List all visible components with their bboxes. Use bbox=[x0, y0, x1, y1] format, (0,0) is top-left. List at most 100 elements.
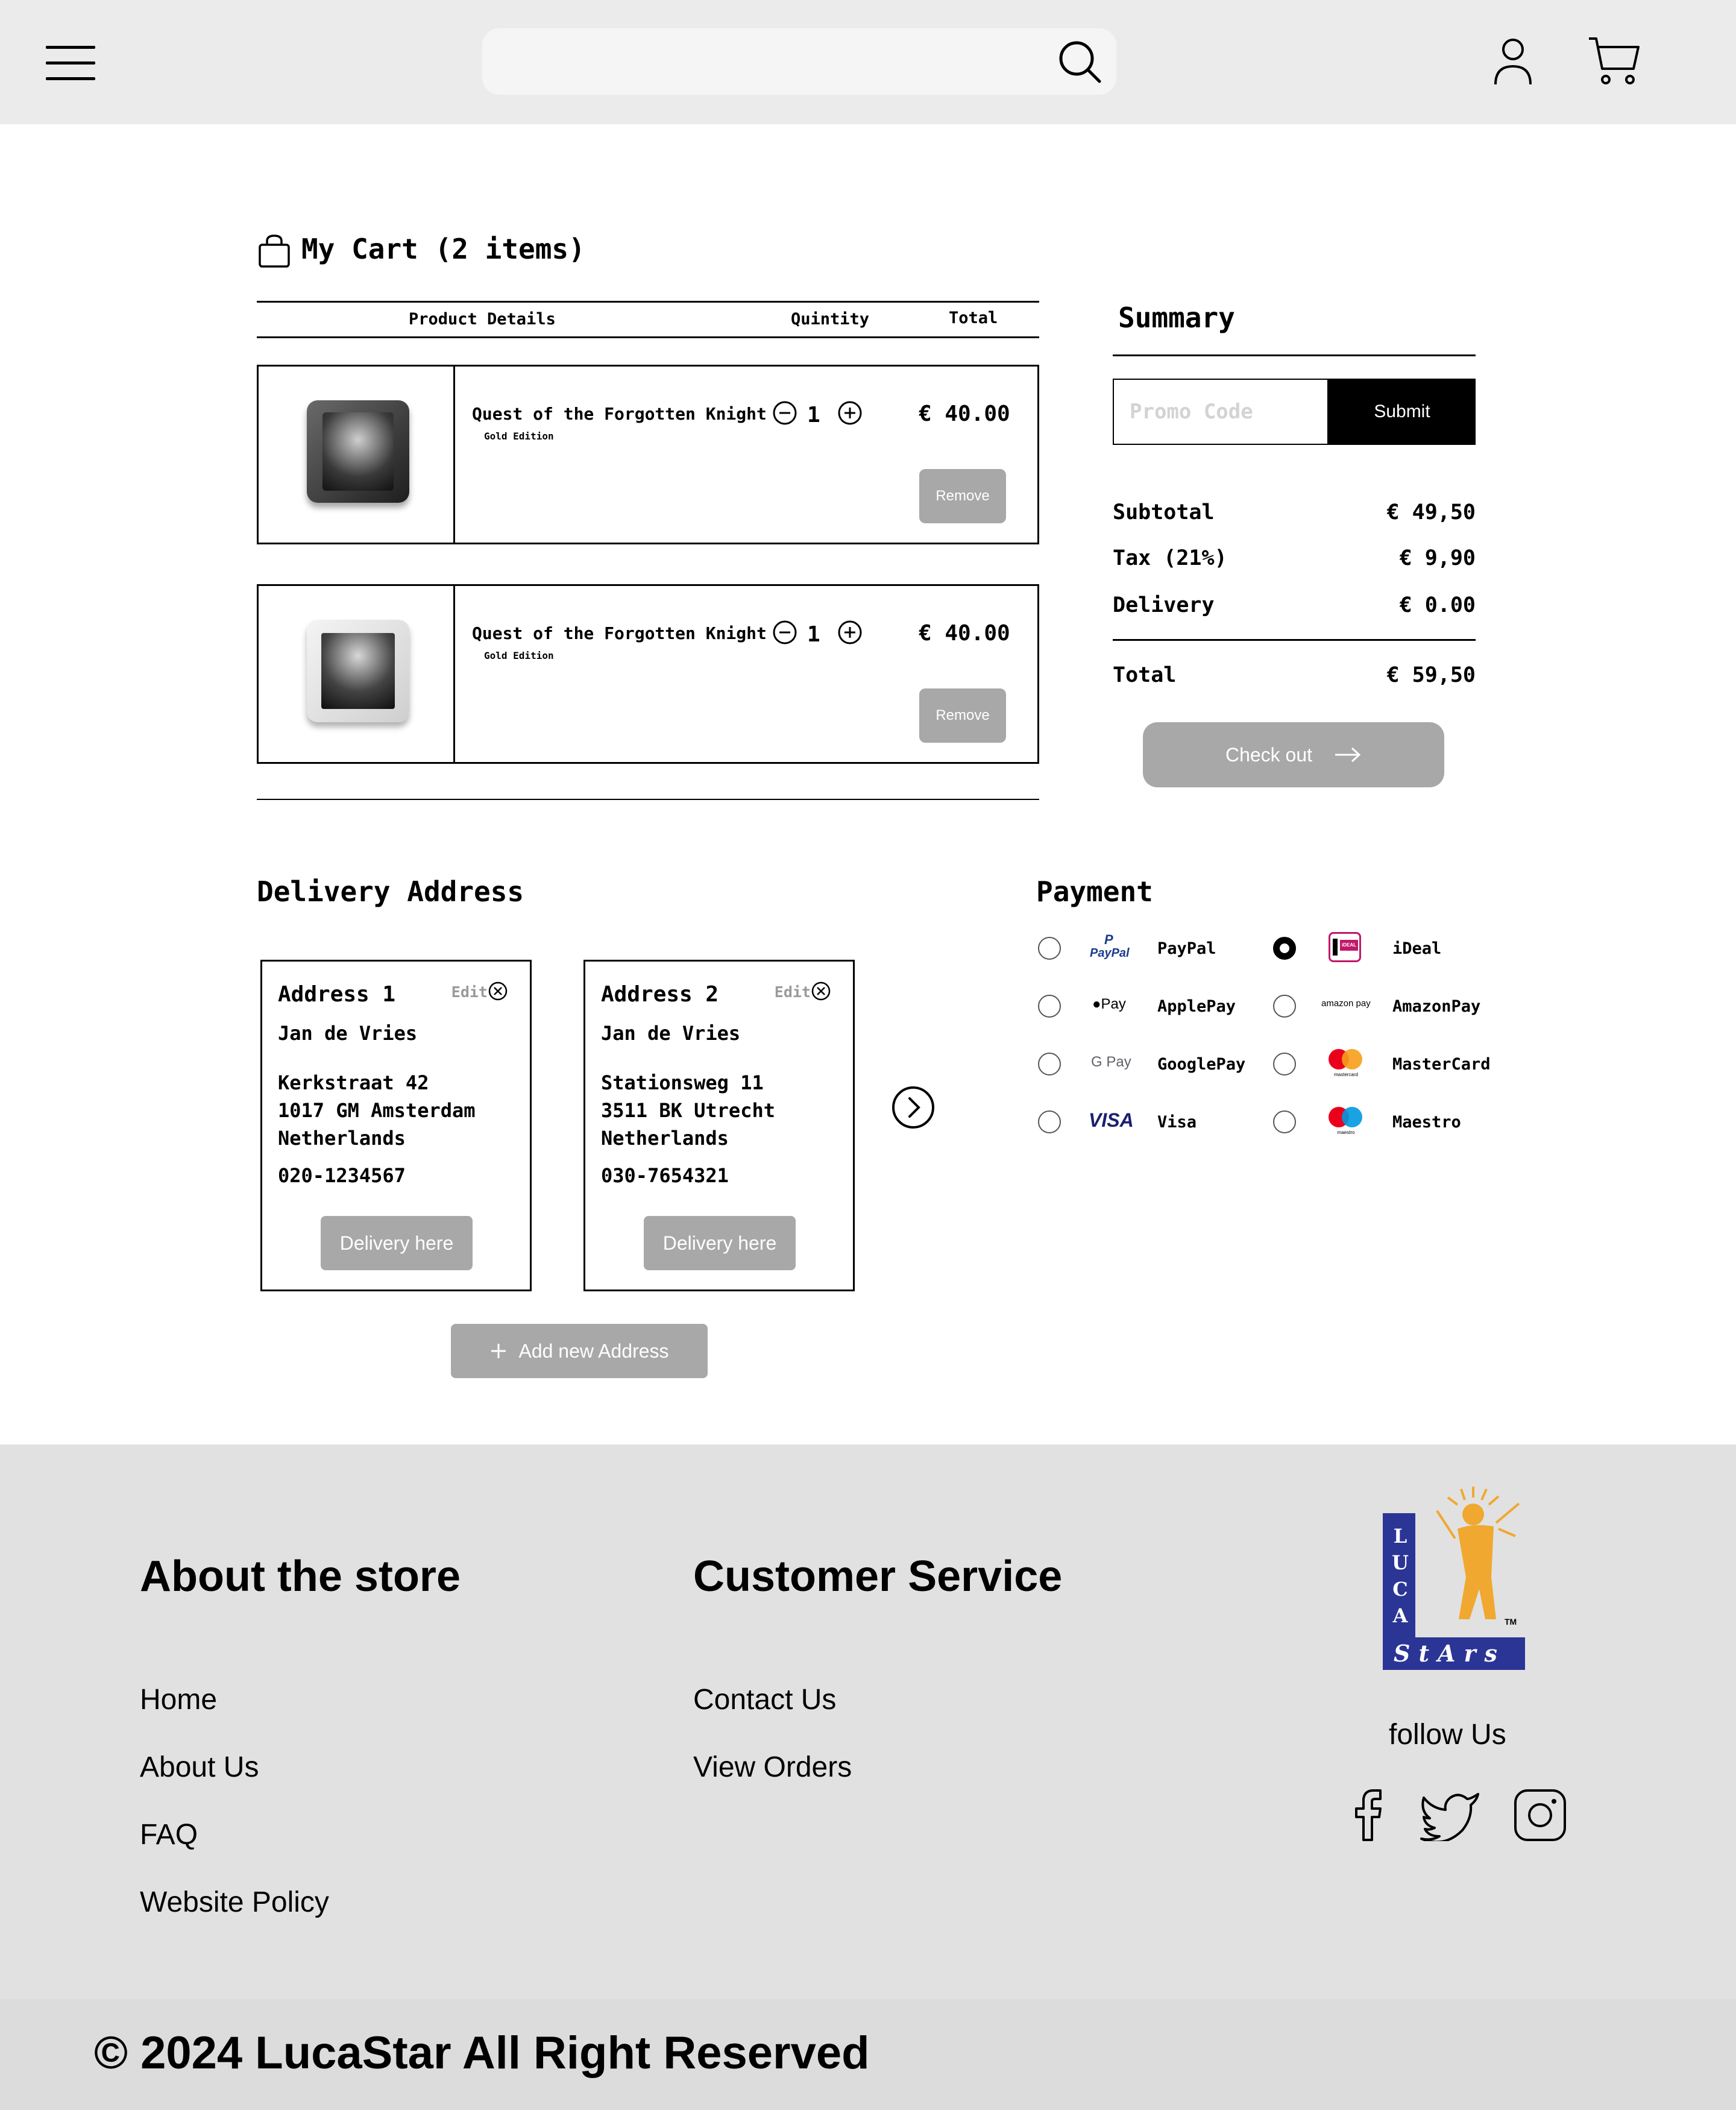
instagram-icon[interactable] bbox=[1513, 1788, 1567, 1842]
mastercard-logo-text: mastercard bbox=[1333, 1072, 1358, 1077]
search-icon[interactable] bbox=[1055, 37, 1105, 87]
plus-circle-icon[interactable] bbox=[837, 620, 863, 645]
visa-logo-icon: VISA bbox=[1089, 1109, 1134, 1131]
radio-paypal[interactable] bbox=[1038, 937, 1061, 960]
radio-amazonpay[interactable] bbox=[1273, 995, 1296, 1018]
logo-vertical-text: LUCA bbox=[1392, 1525, 1409, 1627]
applepay-logo-text: Pay bbox=[1101, 996, 1126, 1012]
product-image[interactable] bbox=[307, 620, 409, 722]
user-icon[interactable] bbox=[1492, 36, 1534, 87]
search-bar[interactable] bbox=[482, 28, 1116, 95]
payment-label: ApplePay bbox=[1157, 997, 1236, 1016]
divider bbox=[257, 799, 1039, 800]
street: Stationsweg 11 bbox=[601, 1071, 764, 1094]
divider bbox=[1113, 639, 1476, 641]
delivery-value: € 0.00 bbox=[1399, 593, 1476, 617]
footer-link-faq[interactable]: FAQ bbox=[140, 1818, 198, 1851]
paypal-logo-icon: P PayPal bbox=[1090, 932, 1130, 960]
footer-link-home[interactable]: Home bbox=[140, 1683, 217, 1716]
cart-icon[interactable] bbox=[1587, 34, 1641, 88]
radio-applepay[interactable] bbox=[1038, 995, 1061, 1018]
follow-us-label: follow Us bbox=[1389, 1719, 1506, 1751]
product-edition: Gold Edition bbox=[484, 430, 554, 442]
divider bbox=[257, 336, 1039, 338]
amazonpay-logo-icon: amazon pay bbox=[1321, 998, 1371, 1009]
search-input[interactable] bbox=[504, 40, 1037, 84]
quantity-value: 1 bbox=[807, 403, 820, 427]
googlepay-logo-icon: G Pay bbox=[1091, 1054, 1131, 1070]
logo-bottom-text: StArs bbox=[1394, 1640, 1506, 1667]
plus-circle-icon[interactable] bbox=[837, 400, 863, 426]
quantity-value: 1 bbox=[807, 622, 820, 647]
applepay-logo-icon: ●Pay bbox=[1092, 996, 1126, 1012]
remove-button[interactable]: Remove bbox=[919, 469, 1006, 523]
delivery-here-button[interactable]: Delivery here bbox=[321, 1216, 473, 1270]
checkout-button[interactable]: Check out bbox=[1143, 722, 1444, 787]
facebook-icon[interactable] bbox=[1349, 1788, 1385, 1842]
add-address-button[interactable]: Add new Address bbox=[451, 1324, 708, 1378]
quantity-stepper: 1 bbox=[772, 620, 862, 650]
phone: 020-1234567 bbox=[278, 1164, 406, 1187]
ideal-logo-icon: iDEAL bbox=[1329, 932, 1361, 962]
radio-googlepay[interactable] bbox=[1038, 1053, 1061, 1075]
minus-circle-icon[interactable] bbox=[772, 400, 797, 426]
address-card[interactable]: Address 2 Edit Jan de Vries Stationsweg … bbox=[583, 960, 855, 1291]
footer-link-website-policy[interactable]: Website Policy bbox=[140, 1886, 329, 1919]
address-card[interactable]: Address 1 Edit Jan de Vries Kerkstraat 4… bbox=[260, 960, 532, 1291]
product-image-cell bbox=[259, 367, 455, 543]
paypal-logo-text: PayPal bbox=[1090, 946, 1130, 960]
radio-visa[interactable] bbox=[1038, 1110, 1061, 1133]
edit-link[interactable]: Edit bbox=[451, 983, 488, 1001]
total-value: € 59,50 bbox=[1386, 663, 1476, 687]
payment-label: GooglePay bbox=[1157, 1055, 1246, 1074]
submit-promo-button[interactable]: Submit bbox=[1329, 379, 1476, 445]
payment-label: Visa bbox=[1157, 1113, 1197, 1132]
customer-service-heading: Customer Service bbox=[693, 1552, 1063, 1601]
city: 3511 BK Utrecht bbox=[601, 1099, 775, 1122]
payment-label: iDeal bbox=[1392, 939, 1442, 958]
payment-label: AmazonPay bbox=[1392, 997, 1481, 1016]
payment-label: PayPal bbox=[1157, 939, 1216, 958]
promo-code-input[interactable] bbox=[1113, 379, 1329, 445]
maestro-logo-icon: maestro bbox=[1327, 1107, 1365, 1138]
item-total: € 40.00 bbox=[919, 621, 1010, 646]
delivery-here-button[interactable]: Delivery here bbox=[644, 1216, 796, 1270]
next-arrow-icon[interactable] bbox=[891, 1085, 936, 1130]
close-circle-icon[interactable] bbox=[488, 981, 508, 1001]
add-address-label: Add new Address bbox=[518, 1340, 669, 1362]
ideal-logo-text: iDEAL bbox=[1340, 940, 1358, 951]
street: Kerkstraat 42 bbox=[278, 1071, 429, 1094]
footer-link-about-us[interactable]: About Us bbox=[140, 1751, 259, 1784]
radio-ideal[interactable] bbox=[1273, 937, 1296, 960]
column-header-total: Total bbox=[949, 309, 998, 327]
product-image[interactable] bbox=[307, 400, 409, 503]
about-store-heading: About the store bbox=[140, 1552, 461, 1601]
tax-label: Tax (21%) bbox=[1113, 546, 1227, 570]
payment-title: Payment bbox=[1036, 875, 1153, 908]
product-name[interactable]: Quest of the Forgotten Knight bbox=[472, 404, 767, 424]
twitter-icon[interactable] bbox=[1420, 1790, 1480, 1841]
summary-title: Summary bbox=[1118, 301, 1235, 334]
remove-button[interactable]: Remove bbox=[919, 688, 1006, 743]
delivery-address-title: Delivery Address bbox=[257, 875, 524, 908]
radio-maestro[interactable] bbox=[1273, 1110, 1296, 1133]
shopping-bag-icon bbox=[259, 235, 290, 268]
address-title: Address 1 bbox=[278, 982, 396, 1007]
city: 1017 GM Amsterdam bbox=[278, 1099, 476, 1122]
quantity-stepper: 1 bbox=[772, 400, 862, 430]
cart-item: Quest of the Forgotten Knight Gold Editi… bbox=[257, 584, 1039, 764]
total-label: Total bbox=[1113, 663, 1177, 687]
product-edition: Gold Edition bbox=[484, 650, 554, 661]
close-circle-icon[interactable] bbox=[811, 981, 831, 1001]
lucastars-logo: LUCA StArs TM bbox=[1383, 1487, 1527, 1670]
product-name[interactable]: Quest of the Forgotten Knight bbox=[472, 623, 767, 643]
product-image-cell bbox=[259, 586, 455, 762]
footer-link-contact-us[interactable]: Contact Us bbox=[693, 1683, 836, 1716]
radio-mastercard[interactable] bbox=[1273, 1053, 1296, 1075]
edit-link[interactable]: Edit bbox=[775, 983, 811, 1001]
item-total: € 40.00 bbox=[919, 402, 1010, 426]
logo-figure-icon bbox=[1436, 1487, 1520, 1619]
minus-circle-icon[interactable] bbox=[772, 620, 797, 645]
footer-link-view-orders[interactable]: View Orders bbox=[693, 1751, 852, 1784]
menu-icon[interactable] bbox=[46, 45, 95, 82]
